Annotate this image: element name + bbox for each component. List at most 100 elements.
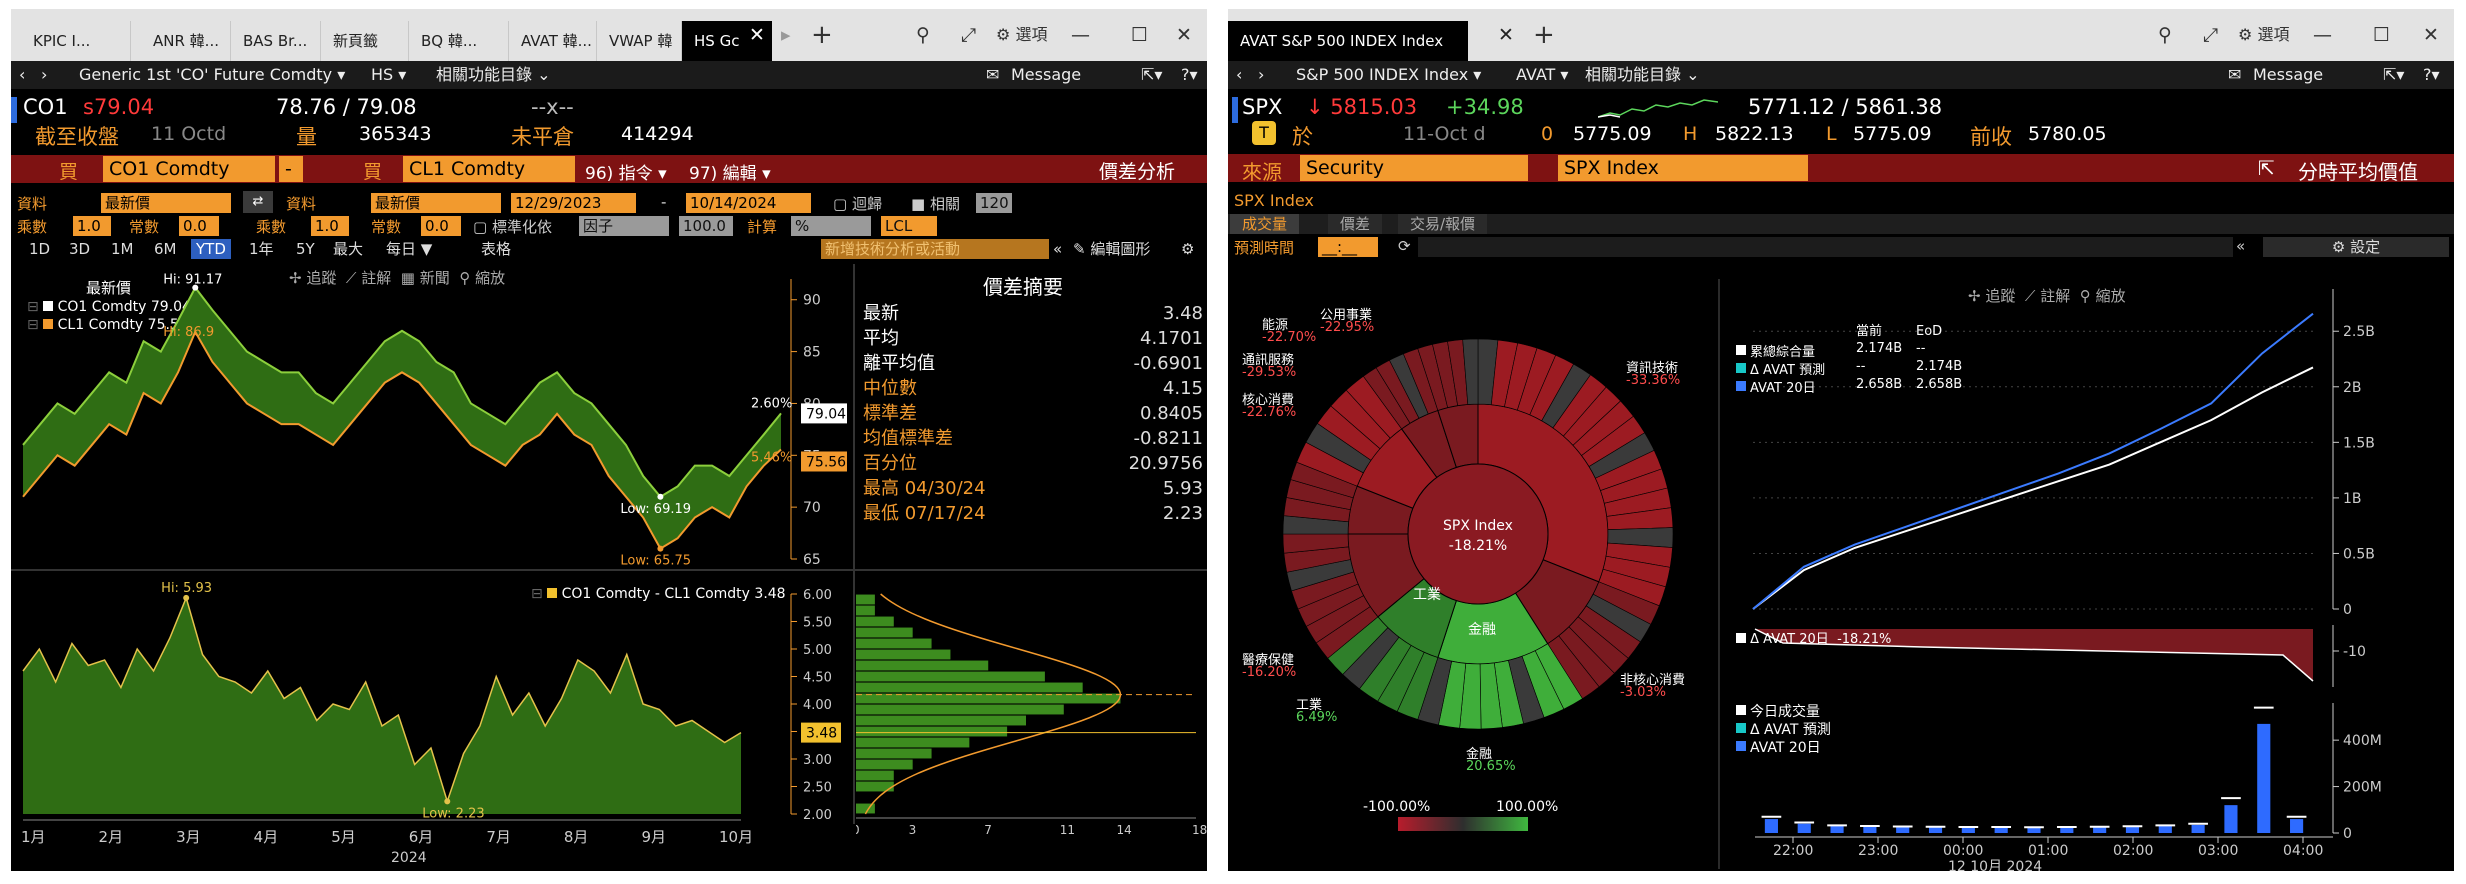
period-1y[interactable]: 1年 [249, 239, 274, 259]
security-selector[interactable]: S&P 500 INDEX Index ▾ [1296, 61, 1481, 89]
forward-icon[interactable]: › [1258, 61, 1264, 89]
edit-menu[interactable]: 97) 編輯 ▾ [689, 159, 771, 184]
commands-menu[interactable]: 96) 指令 ▾ [585, 159, 667, 184]
constant-field-2[interactable]: 0.0 [421, 216, 461, 236]
minimize-icon[interactable]: — [2313, 19, 2332, 51]
multiplier-field-1[interactable]: 1.0 [73, 216, 111, 236]
source-field[interactable]: Security [1300, 155, 1528, 181]
tab-volume[interactable]: 成交量 [1230, 214, 1300, 234]
close-tab-icon[interactable]: ✕ [749, 19, 765, 51]
search-icon[interactable]: ⚲ [2158, 19, 2172, 51]
cum-tick-label: 2B [2343, 380, 2362, 396]
start-date[interactable]: 12/29/2023 [511, 193, 636, 213]
cumulative-volume-chart[interactable]: 0 0.5B 1B 1.5B 2B 2.5B [1723, 279, 2454, 619]
period-ytd[interactable]: YTD [191, 239, 231, 259]
collapse-icon[interactable]: « [2236, 237, 2245, 255]
spread-tick-label: 5.00 [803, 643, 832, 658]
new-tab-icon[interactable]: + [1533, 19, 1555, 51]
tab-bas[interactable]: BAS Br... [231, 21, 321, 61]
data-field-2[interactable]: 最新價 [371, 193, 501, 213]
maximize-icon[interactable]: ☐ [1131, 19, 1148, 51]
leg2-security[interactable]: CL1 Comdty [403, 156, 575, 182]
collapse-icon[interactable]: « [1053, 239, 1062, 259]
tab-trades-quotes[interactable]: 交易/報價 [1398, 214, 1488, 234]
period-1d[interactable]: 1D [29, 239, 50, 259]
predict-time-field[interactable]: __:__ [1318, 237, 1378, 257]
export-icon[interactable]: ⇱ [2258, 156, 2275, 180]
normalize-toggle[interactable]: ▢ 標準化依 [473, 216, 552, 237]
minimize-icon[interactable]: — [1071, 19, 1090, 51]
tab-avat-spx[interactable]: AVAT S&P 500 INDEX Index [1228, 21, 1468, 61]
back-icon[interactable]: ‹ [1236, 61, 1242, 89]
tab-vwap[interactable]: VWAP 韓 [597, 21, 682, 61]
index-field[interactable]: SPX Index [1558, 155, 1808, 181]
normalize-method[interactable]: 因子 [579, 216, 669, 236]
tab-bq[interactable]: BQ 韓... [409, 21, 509, 61]
function-selector[interactable]: HS ▾ [371, 61, 406, 89]
frequency-selector[interactable]: 每日 ▼ [386, 239, 432, 259]
pane-divider [11, 569, 1207, 571]
data-field-1[interactable]: 最新價 [101, 193, 231, 213]
close-tab-icon[interactable]: ✕ [1498, 19, 1514, 51]
leg1-security[interactable]: CO1 Comdty [103, 156, 275, 182]
export-icon[interactable]: ⇱▾ [2383, 61, 2404, 89]
maximize-icon[interactable]: ☐ [2373, 19, 2390, 51]
close-window-icon[interactable]: ✕ [2423, 19, 2439, 51]
back-icon[interactable]: ‹ [19, 61, 25, 89]
normalize-value[interactable]: 100.0 [679, 216, 733, 236]
last-price: ↓ 5815.03 [1306, 95, 1418, 119]
add-indicator-field[interactable]: 新增技術分析或活動 [821, 239, 1049, 259]
tab-new[interactable]: 新頁籤 [321, 21, 409, 61]
gear-icon[interactable]: ⚙ [1181, 239, 1194, 259]
help-icon[interactable]: ?▾ [2423, 61, 2440, 89]
forward-icon[interactable]: › [41, 61, 47, 89]
period-max[interactable]: 最大 [333, 239, 363, 259]
price-chart[interactable]: 657075808590Hi: 91.17Hi: 86.9Low: 69.19L… [11, 264, 861, 569]
tab-scroll-icon[interactable]: ▸ [781, 19, 791, 51]
expand-icon[interactable]: ⤢ [961, 19, 976, 51]
new-tab-icon[interactable]: + [811, 19, 833, 51]
currency-field[interactable]: LCL [881, 216, 937, 236]
settings-button[interactable]: ⚙ 設定 [2263, 237, 2449, 257]
tab-kpic[interactable]: KPIC I... [21, 21, 131, 61]
period-6m[interactable]: 6M [154, 239, 177, 259]
tab-spread[interactable]: 價差 [1328, 214, 1383, 234]
volume-bar [1764, 819, 1778, 833]
calc-field[interactable]: % [791, 216, 871, 236]
expand-icon[interactable]: ⤢ [2203, 19, 2218, 51]
options-menu[interactable]: ⚙ 選項 [2238, 19, 2289, 51]
export-icon[interactable]: ⇱▾ [1141, 61, 1162, 89]
period-3d[interactable]: 3D [69, 239, 90, 259]
delta-legend[interactable]: Δ AVAT 20日 -18.21% [1736, 631, 1891, 649]
edit-chart-button[interactable]: ✎ 編輯圖形 [1073, 239, 1150, 259]
end-date[interactable]: 10/14/2024 [686, 193, 811, 213]
close-window-icon[interactable]: ✕ [1176, 19, 1192, 51]
message-icon[interactable]: ✉ [986, 61, 999, 89]
volume-bar-chart[interactable]: 0 200M 400M 22:00 23:00 00:00 01:00 02:00 03:00 0… [1723, 693, 2454, 871]
correlation-toggle[interactable]: ■ 相關 [911, 193, 960, 214]
swap-icon[interactable]: ⇄ [243, 191, 273, 213]
spread-chart[interactable]: 2.002.503.003.504.004.505.005.506.00Hi: … [11, 574, 861, 869]
search-icon[interactable]: ⚲ [916, 19, 930, 51]
related-functions-menu[interactable]: 相關功能目錄 ⌄ [436, 61, 551, 89]
regression-toggle[interactable]: ▢ 迴歸 [833, 193, 882, 214]
related-functions-menu[interactable]: 相關功能目錄 ⌄ [1585, 61, 1700, 89]
help-icon[interactable]: ?▾ [1181, 61, 1198, 89]
security-selector[interactable]: Generic 1st 'CO' Future Comdty ▾ [79, 61, 345, 89]
message-button[interactable]: Message [1011, 61, 1081, 89]
correlation-window[interactable]: 120 [976, 193, 1012, 213]
function-selector[interactable]: AVAT ▾ [1516, 61, 1568, 89]
refresh-icon[interactable]: ⟳ [1398, 237, 1411, 255]
tab-anr[interactable]: ANR 韓... [141, 21, 231, 61]
period-1m[interactable]: 1M [111, 239, 134, 259]
tab-avat[interactable]: AVAT 韓... [509, 21, 597, 61]
options-menu[interactable]: ⚙ 選項 [996, 19, 1047, 51]
period-5y[interactable]: 5Y [296, 239, 315, 259]
message-icon[interactable]: ✉ [2228, 61, 2241, 89]
operator-selector[interactable]: - [279, 156, 303, 182]
message-button[interactable]: Message [2253, 61, 2323, 89]
multiplier-field-2[interactable]: 1.0 [311, 216, 349, 236]
table-toggle[interactable]: 表格 [481, 239, 511, 259]
constant-field-1[interactable]: 0.0 [179, 216, 219, 236]
month-tick-label: 10月 [719, 828, 753, 846]
